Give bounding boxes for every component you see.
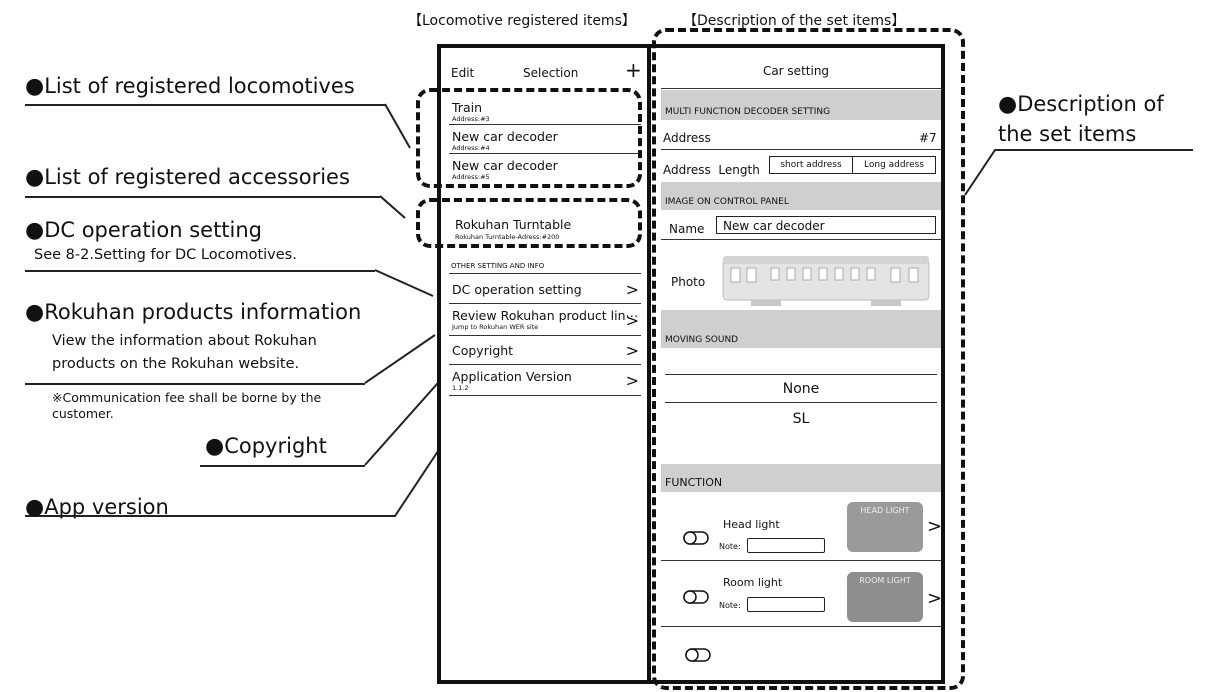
callout-registered-locomotives: ●List of registered locomotives: [25, 74, 355, 99]
underline: [25, 104, 385, 106]
bullet-icon: ●: [25, 165, 45, 190]
callout-text: DC operation setting: [44, 218, 263, 242]
menu-review-products[interactable]: Review Rokuhan product lin⋯ Jump to Roku…: [449, 304, 641, 336]
locomotive-list-highlight: [416, 88, 642, 188]
chevron-right-icon: >: [625, 341, 639, 360]
add-icon[interactable]: +: [625, 58, 642, 82]
bullet-icon: ●: [998, 92, 1018, 117]
other-settings-label: OTHER SETTING AND INFO: [451, 262, 545, 270]
callout-dc-operation: ●DC operation setting: [25, 218, 262, 243]
callout-text: Copyright: [224, 434, 327, 458]
panel-divider: [647, 44, 651, 684]
bullet-icon: ●: [25, 300, 45, 325]
menu-copyright[interactable]: Copyright >: [449, 336, 641, 365]
underline: [200, 465, 365, 467]
left-top-bar: Edit Selection +: [441, 48, 647, 88]
bullet-icon: ●: [25, 74, 45, 99]
callout-text: List of registered locomotives: [44, 74, 355, 98]
callout-rokuhan-info-sub1: View the information about Rokuhan: [52, 333, 317, 349]
menu-label: Application Version: [452, 369, 572, 384]
accessory-list-highlight: [416, 198, 642, 248]
callout-rokuhan-info-sub2: products on the Rokuhan website.: [52, 356, 300, 372]
callout-the-set-items: the set items: [998, 122, 1137, 146]
callout-rokuhan-info: ●Rokuhan products information: [25, 300, 361, 325]
menu-dc-operation[interactable]: DC operation setting >: [449, 274, 641, 304]
underline: [25, 270, 375, 272]
description-highlight: [652, 28, 965, 690]
callout-registered-accessories: ●List of registered accessories: [25, 165, 350, 190]
chevron-right-icon: >: [625, 371, 639, 390]
chevron-right-icon: >: [625, 280, 639, 299]
menu-label: DC operation setting: [452, 282, 582, 297]
bullet-icon: ●: [205, 434, 225, 459]
menu-app-version[interactable]: Application Version 1.1.2 >: [449, 365, 641, 396]
chevron-right-icon: >: [625, 311, 639, 330]
callout-description-of: ●Description of: [998, 92, 1164, 117]
selection-button[interactable]: Selection: [523, 66, 578, 80]
callout-text: Rokuhan products information: [44, 300, 362, 324]
callout-dc-operation-sub: See 8-2.Setting for DC Locomotives.: [34, 247, 297, 263]
menu-label: Copyright: [452, 343, 514, 358]
callout-rokuhan-note: ※Communication fee shall be borne by the…: [52, 390, 322, 421]
menu-label: Review Rokuhan product lin⋯: [452, 308, 639, 323]
callout-app-version: ●App version: [25, 495, 169, 520]
callout-text: List of registered accessories: [44, 165, 350, 189]
callout-text: App version: [44, 495, 169, 519]
menu-sub: 1.1.2: [452, 384, 469, 392]
underline: [25, 383, 365, 385]
callout-copyright: ●Copyright: [205, 434, 327, 459]
underline: [25, 196, 380, 198]
bullet-icon: ●: [25, 495, 45, 520]
edit-button[interactable]: Edit: [451, 66, 474, 80]
menu-sub: Jump to Rokuhan WER site: [452, 323, 539, 331]
callout-text: Description of: [1017, 92, 1164, 116]
bullet-icon: ●: [25, 218, 45, 243]
